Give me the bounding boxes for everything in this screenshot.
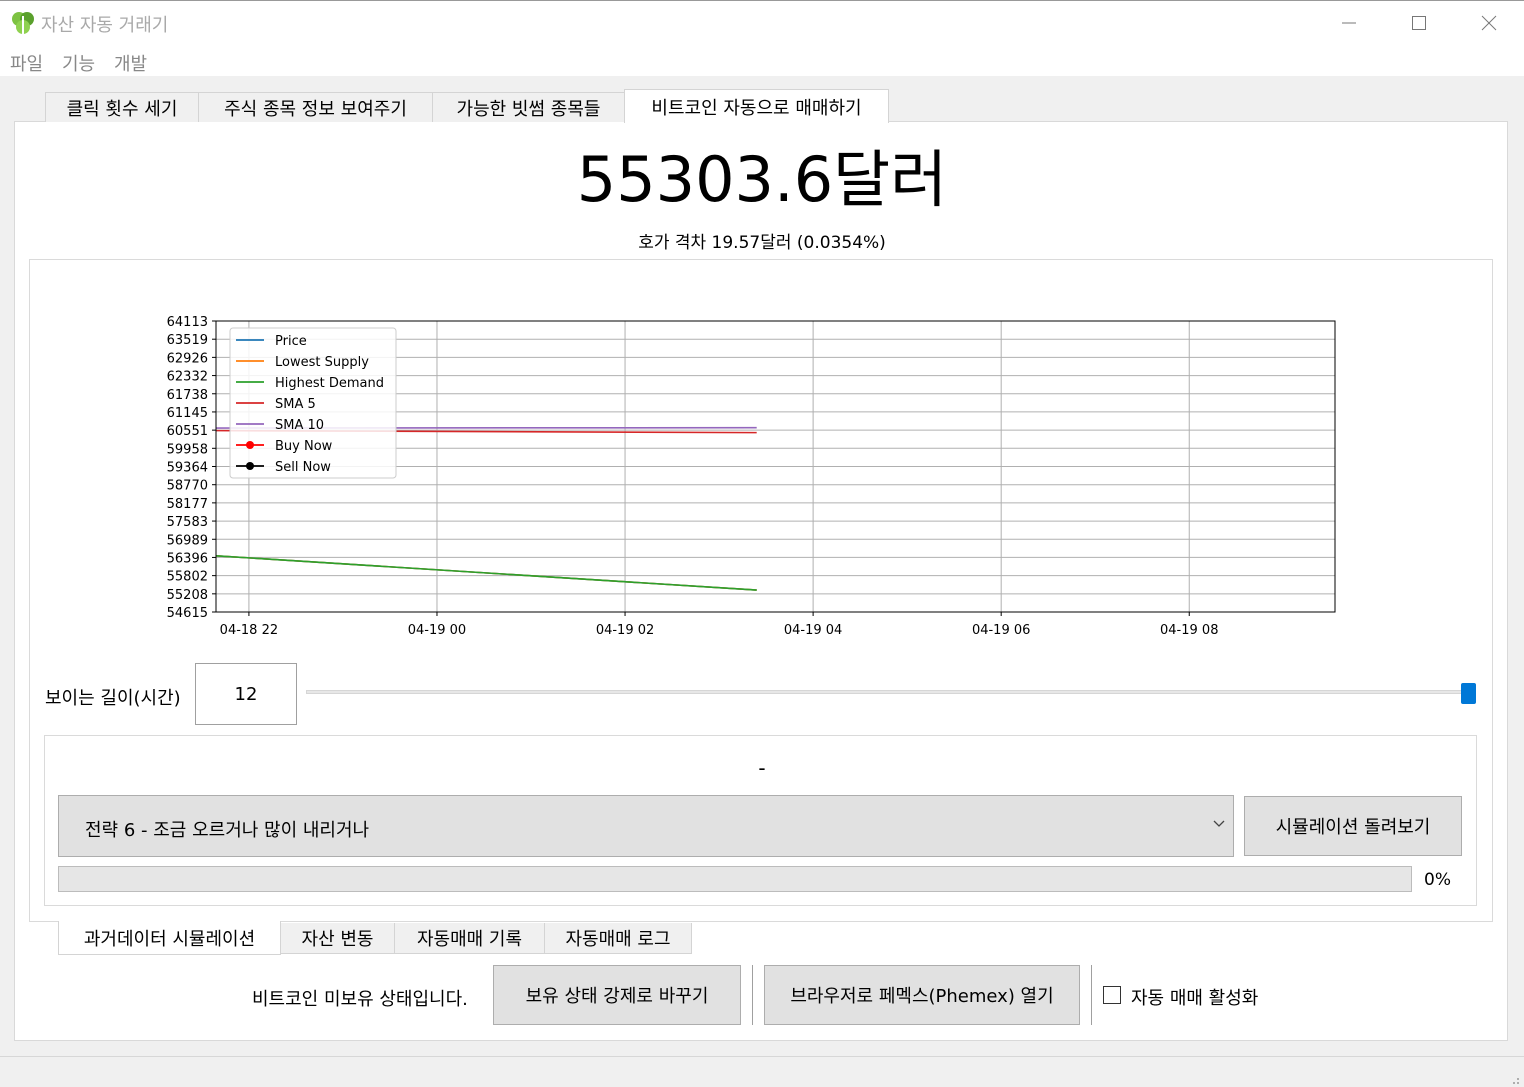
tab-bithumb-symbols[interactable]: 가능한 빗썸 종목들 <box>432 92 625 122</box>
y-tick-label: 60551 <box>167 424 208 439</box>
simulation-progress-bar <box>58 866 1412 892</box>
x-tick-label: 04-19 00 <box>408 623 466 638</box>
menu-function[interactable]: 기능 <box>62 50 95 76</box>
strategy-select[interactable]: 전략 6 - 조금 오르거나 많이 내리거나 <box>58 795 1234 857</box>
status-bar <box>0 1056 1524 1087</box>
tab-stock-info[interactable]: 주식 종목 정보 보여주기 <box>198 92 433 122</box>
x-tick-label: 04-19 04 <box>784 623 842 638</box>
close-button[interactable] <box>1454 1 1524 45</box>
subtab-label: 자동매매 로그 <box>565 929 671 950</box>
tab-click-counter[interactable]: 클릭 횟수 세기 <box>45 92 199 122</box>
view-length-slider-track[interactable] <box>306 690 1476 694</box>
y-tick-label: 61738 <box>167 388 208 403</box>
y-tick-label: 63519 <box>167 333 208 348</box>
legend-label: Lowest Supply <box>275 355 369 370</box>
current-price: 55303.6달러 <box>576 143 948 216</box>
force-holding-button[interactable]: 보유 상태 강제로 바꾸기 <box>493 965 741 1025</box>
y-tick-label: 56989 <box>167 533 208 548</box>
open-phemex-button[interactable]: 브라우저로 페멕스(Phemex) 열기 <box>764 965 1080 1025</box>
y-tick-label: 59958 <box>167 442 208 457</box>
subtab-asset-changes[interactable]: 자산 변동 <box>280 923 395 954</box>
legend-marker <box>246 441 254 449</box>
resize-grip-icon[interactable] <box>1508 1073 1520 1085</box>
maximize-icon <box>1412 16 1426 30</box>
y-tick-label: 64113 <box>167 315 208 330</box>
x-tick-label: 04-19 02 <box>596 623 654 638</box>
y-tick-label: 56396 <box>167 551 208 566</box>
open-phemex-label: 브라우저로 페멕스(Phemex) 열기 <box>790 986 1054 1007</box>
legend-label: Highest Demand <box>275 376 384 391</box>
run-simulation-label: 시뮬레이션 돌려보기 <box>1275 817 1431 838</box>
simulation-status: - <box>758 756 766 780</box>
divider <box>752 965 753 1025</box>
tab-label: 클릭 횟수 세기 <box>66 98 178 120</box>
bid-ask-spread: 호가 격차 19.57달러 (0.0354%) <box>638 233 886 253</box>
view-length-input[interactable]: 12 <box>195 663 297 725</box>
x-tick-label: 04-19 06 <box>972 623 1030 638</box>
tab-label: 주식 종목 정보 보여주기 <box>224 98 407 120</box>
subtab-trade-history[interactable]: 자동매매 기록 <box>394 923 545 954</box>
x-tick-label: 04-19 08 <box>1160 623 1218 638</box>
tab-bitcoin-auto-trade[interactable]: 비트코인 자동으로 매매하기 <box>624 89 889 123</box>
window-title: 자산 자동 거래기 <box>41 15 169 36</box>
view-length-label: 보이는 길이(시간) <box>45 688 181 709</box>
y-tick-label: 61145 <box>167 406 208 421</box>
legend-label: Price <box>275 334 307 349</box>
holding-status: 비트코인 미보유 상태입니다. <box>252 989 468 1010</box>
subtab-label: 자산 변동 <box>301 929 374 950</box>
force-holding-label: 보유 상태 강제로 바꾸기 <box>525 986 709 1007</box>
auto-trade-label[interactable]: 자동 매매 활성화 <box>1131 984 1258 1010</box>
legend-label: SMA 5 <box>275 397 316 412</box>
legend-label: SMA 10 <box>275 418 324 433</box>
y-tick-label: 62926 <box>167 351 208 366</box>
y-tick-label: 55208 <box>167 588 208 603</box>
subtab-label: 과거데이터 시뮬레이션 <box>83 928 256 950</box>
legend-label: Sell Now <box>275 460 331 475</box>
y-tick-label: 58770 <box>167 479 208 494</box>
tab-label: 가능한 빗썸 종목들 <box>456 98 601 120</box>
minimize-icon <box>1342 22 1356 24</box>
view-length-value: 12 <box>234 683 258 705</box>
subtab-label: 자동매매 기록 <box>416 929 523 950</box>
simulation-progress-text: 0% <box>1424 870 1451 890</box>
y-tick-label: 54615 <box>167 606 208 621</box>
x-tick-label: 04-18 22 <box>220 623 278 638</box>
minimize-button[interactable] <box>1314 1 1384 45</box>
auto-trade-checkbox[interactable] <box>1103 986 1121 1004</box>
maximize-button[interactable] <box>1384 1 1454 45</box>
menu-develop[interactable]: 개발 <box>114 50 147 76</box>
y-tick-label: 62332 <box>167 370 208 385</box>
title-bar: 자산 자동 거래기 <box>0 0 1524 44</box>
tab-label: 비트코인 자동으로 매매하기 <box>651 97 862 119</box>
subtab-backtest[interactable]: 과거데이터 시뮬레이션 <box>58 921 281 955</box>
menu-bar: 파일 기능 개발 <box>0 44 1524 76</box>
legend-label: Buy Now <box>275 439 333 454</box>
view-length-slider-handle[interactable] <box>1461 683 1476 704</box>
legend-marker <box>246 462 254 470</box>
y-tick-label: 55802 <box>167 570 208 585</box>
strategy-selected-value: 전략 6 - 조금 오르거나 많이 내리거나 <box>85 820 370 841</box>
y-tick-label: 57583 <box>167 515 208 530</box>
y-tick-label: 58177 <box>167 497 208 512</box>
series-line-highest-demand <box>215 554 757 591</box>
app-leaf-icon <box>12 12 34 34</box>
run-simulation-button[interactable]: 시뮬레이션 돌려보기 <box>1244 796 1462 856</box>
y-tick-label: 59364 <box>167 461 208 476</box>
chevron-down-icon <box>1213 820 1225 827</box>
menu-file[interactable]: 파일 <box>10 50 43 76</box>
close-icon <box>1481 15 1497 31</box>
divider <box>1091 965 1092 1025</box>
subtab-trade-log[interactable]: 자동매매 로그 <box>544 923 692 954</box>
